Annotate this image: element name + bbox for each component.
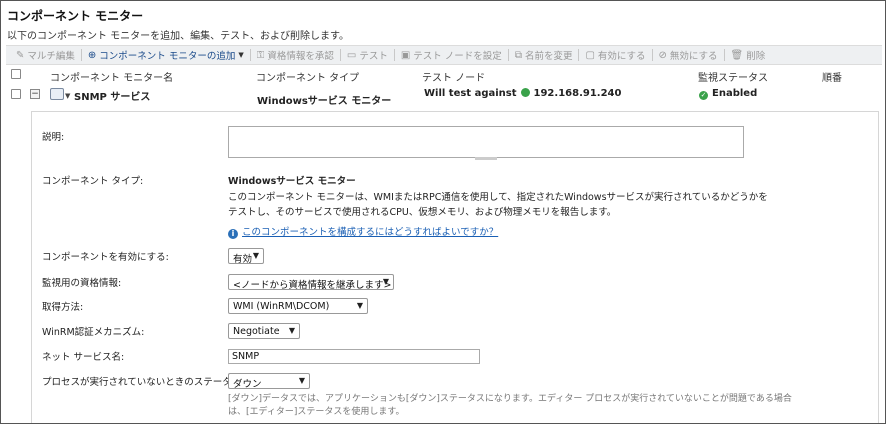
row-checkbox[interactable] xyxy=(11,89,21,99)
rename-button[interactable]: ⧉ 名前を変更 xyxy=(511,48,577,63)
test-node: Will test against 192.168.91.240 xyxy=(424,88,622,99)
component-type-value: Windowsサービス モニター xyxy=(228,176,356,187)
approve-credentials-button[interactable]: ⚿ 資格情報を承認 xyxy=(253,48,338,63)
page-header: コンポーネント モニター 以下のコンポーネント モニターを追加、編集、テスト、お… xyxy=(7,7,349,42)
disable-icon: ⊘ xyxy=(658,49,667,61)
column-test-node: テスト ノード xyxy=(422,73,486,84)
monitor-name[interactable]: SNMP サービス xyxy=(74,88,150,103)
status-badge: ✓ Enabled xyxy=(699,88,758,100)
net-service-label: ネット サービス名: xyxy=(42,352,125,363)
select-all-checkbox[interactable] xyxy=(11,69,21,79)
toolbar-divider xyxy=(339,49,341,61)
table-header: コンポーネント モニター名 コンポーネント タイプ テスト ノード 監視ステータ… xyxy=(6,66,882,84)
net-service-input[interactable]: SNMP xyxy=(228,349,480,364)
plus-circle-icon: ⊕ xyxy=(87,49,97,61)
description-textarea[interactable] xyxy=(228,126,744,160)
chevron-down-icon: ▼ xyxy=(382,277,389,286)
credential-label: 監視用の資格情報: xyxy=(42,278,122,289)
page-title: コンポーネント モニター xyxy=(7,9,144,23)
fetch-method-label: 取得方法: xyxy=(42,302,84,313)
component-type-label: コンポーネント タイプ: xyxy=(42,176,144,187)
component-description: このコンポーネント モニターは、WMIまたはRPC通信を使用して、指定されたWi… xyxy=(228,192,768,203)
process-status-note: [ダウン]データスでは、アプリケーションも[ダウン]ステータスになります。エディ… xyxy=(228,394,792,404)
toolbar-divider xyxy=(507,49,509,61)
delete-button[interactable]: 🗑 削除 xyxy=(727,48,770,63)
multi-edit-button[interactable]: ✎ マルチ編集 xyxy=(12,48,79,63)
key-icon: ⚿ xyxy=(256,49,265,61)
toolbar-divider xyxy=(393,49,395,61)
column-order: 順番 xyxy=(822,73,842,84)
node-icon: ▣ xyxy=(400,49,411,61)
enable-icon: ▢ xyxy=(585,49,595,61)
process-status-label: プロセスが実行されていないときのステータス: xyxy=(42,377,245,388)
process-status-note-2: は、[エディター]ステータスを使用します。 xyxy=(228,407,405,417)
fetch-method-select[interactable]: WMI (WinRM\DCOM) ▼ xyxy=(228,298,368,314)
check-circle-icon: ✓ xyxy=(699,91,708,100)
toolbar-divider xyxy=(723,49,725,61)
column-status: 監視ステータス xyxy=(698,73,768,84)
pencil-icon: ✎ xyxy=(16,49,25,61)
toolbar-divider xyxy=(651,49,653,61)
monitor-icon: ▭ xyxy=(346,49,357,61)
set-test-node-button[interactable]: ▣ テスト ノードを設定 xyxy=(397,48,506,63)
toolbar: ✎ マルチ編集 ⊕ コンポーネント モニターの追加 ▼ ⚿ 資格情報を承認 ▭ テスト ▣… xyxy=(6,45,882,65)
chevron-down-icon: ▼ xyxy=(288,326,295,335)
add-monitor-button[interactable]: ⊕ コンポーネント モニターの追加 ▼ xyxy=(84,48,248,63)
toolbar-divider xyxy=(80,49,82,61)
resize-handle[interactable] xyxy=(475,157,497,160)
enable-button[interactable]: ▢ 有効にする xyxy=(581,48,649,63)
chevron-down-icon: ▼ xyxy=(298,376,305,385)
monitor-type-icon xyxy=(50,88,64,100)
winrm-auth-select[interactable]: Negotiate ▼ xyxy=(228,323,300,339)
credential-select[interactable]: <ノードから資格情報を継承します> ▼ xyxy=(228,274,394,291)
disable-button[interactable]: ⊘ 無効にする xyxy=(655,48,722,63)
info-icon: i xyxy=(228,229,238,239)
process-status-select[interactable]: ダウン ▼ xyxy=(228,373,310,390)
monitor-details-panel: 説明: コンポーネント タイプ: Windowsサービス モニター このコンポー… xyxy=(31,111,879,423)
winrm-auth-label: WinRM認証メカニズム: xyxy=(42,327,145,338)
component-description-2: テストし、そのサービスで使用されるCPU、仮想メモリ、および物理メモリを報告しま… xyxy=(228,207,617,218)
component-monitor-page: コンポーネント モニター 以下のコンポーネント モニターを追加、編集、テスト、お… xyxy=(0,0,886,424)
toolbar-divider xyxy=(249,49,251,61)
enable-label: コンポーネントを有効にする: xyxy=(42,252,169,263)
chevron-down-icon: ▼ xyxy=(238,51,244,59)
collapse-toggle[interactable]: − xyxy=(30,89,40,99)
rename-icon: ⧉ xyxy=(514,49,522,61)
test-button[interactable]: ▭ テスト xyxy=(343,48,392,63)
column-type: コンポーネント タイプ xyxy=(256,73,360,84)
monitor-type: Windowsサービス モニター xyxy=(257,96,392,107)
chevron-down-icon[interactable]: ▼ xyxy=(65,92,70,100)
chevron-down-icon: ▼ xyxy=(356,301,363,310)
toolbar-divider xyxy=(578,49,580,61)
trash-icon: 🗑 xyxy=(730,49,744,61)
enable-select[interactable]: 有効 ▼ xyxy=(228,248,264,265)
table-row: − ▼ SNMP サービス Windowsサービス モニター Will test… xyxy=(6,84,882,107)
chevron-down-icon: ▼ xyxy=(252,251,259,260)
page-subtitle: 以下のコンポーネント モニターを追加、編集、テスト、および削除します。 xyxy=(7,31,349,42)
description-label: 説明: xyxy=(42,132,65,143)
node-status-icon xyxy=(520,88,530,97)
column-name: コンポーネント モニター名 xyxy=(50,73,174,84)
help-link[interactable]: i このコンポーネントを構成するにはどうすればよいですか？ xyxy=(228,224,498,239)
